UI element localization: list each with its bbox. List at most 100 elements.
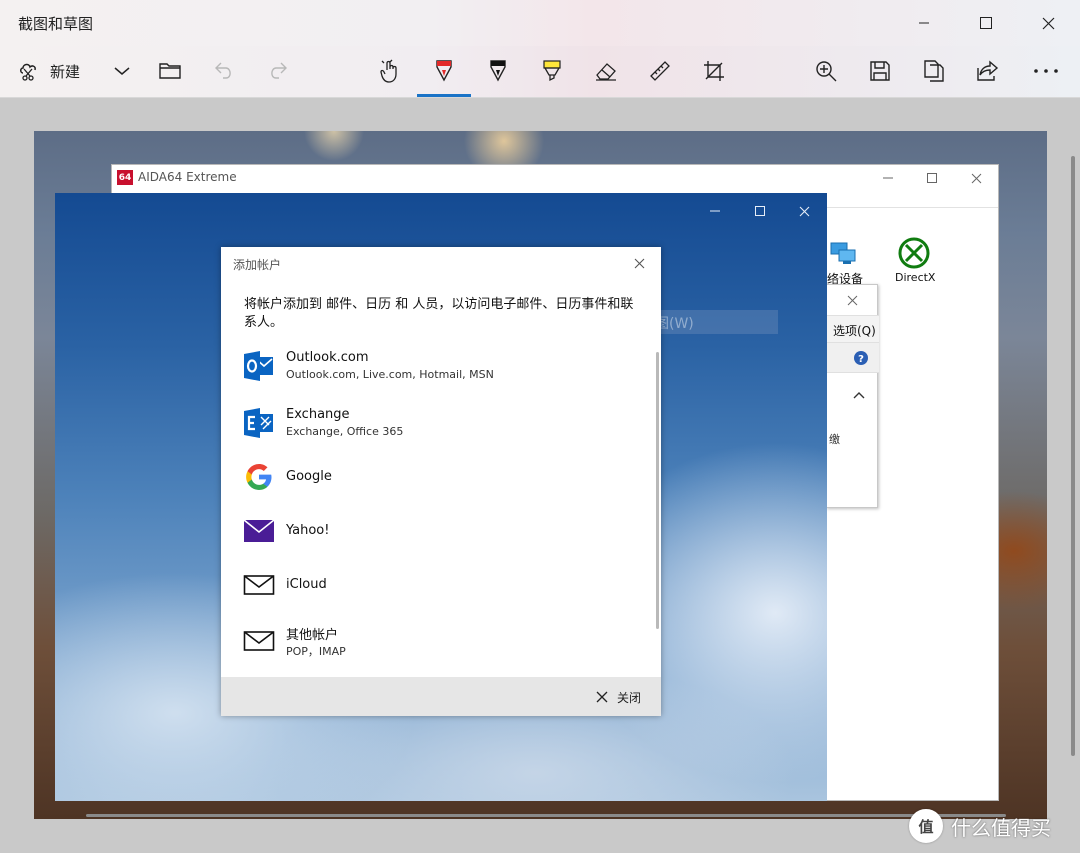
google-icon	[246, 464, 272, 490]
watermark-text: 什么值得买	[951, 815, 1051, 840]
app-title: 截图和草图	[18, 15, 94, 33]
account-subtitle: POP，IMAP	[286, 645, 346, 658]
aida64-network-item[interactable]: 络设备	[827, 237, 887, 287]
aida64-minimize-button[interactable]	[873, 168, 903, 188]
aida64-directx-item[interactable]: DirectX	[892, 237, 942, 287]
minimize-button[interactable]	[901, 8, 947, 38]
more-options-button[interactable]	[1030, 46, 1062, 96]
maximize-icon	[755, 206, 765, 216]
undo-icon	[215, 62, 231, 79]
svg-text:?: ?	[858, 354, 864, 365]
close-icon	[799, 206, 809, 216]
undo-button[interactable]	[210, 46, 238, 96]
highlighter-button[interactable]	[538, 46, 566, 96]
dialog-title: 添加帐户	[233, 258, 282, 272]
save-button[interactable]	[866, 46, 894, 96]
close-window-button[interactable]	[1025, 8, 1071, 38]
highlighter-icon	[543, 60, 561, 82]
aida64-directx-label: DirectX	[895, 271, 936, 284]
aida64-title: AIDA64 Extreme	[138, 170, 237, 184]
exchange-icon	[244, 408, 273, 438]
pencil-button[interactable]	[484, 46, 512, 96]
app-toolbar: 新建	[0, 46, 1080, 98]
close-icon	[634, 258, 644, 268]
dialog-footer: 关闭	[221, 677, 661, 716]
account-name: 其他帐户	[286, 628, 339, 643]
copy-icon	[924, 60, 944, 82]
mail-close-button[interactable]	[784, 199, 824, 223]
account-option-outlook[interactable]: Outlook.com Outlook.com, Live.com, Hotma…	[221, 342, 653, 390]
pencil-icon	[490, 60, 506, 82]
options-menu[interactable]: 选项(Q)	[833, 322, 876, 339]
ruler-button[interactable]	[646, 46, 674, 96]
new-snip-dropdown[interactable]	[110, 46, 134, 96]
account-name: Exchange	[286, 407, 350, 422]
account-option-icloud[interactable]: iCloud	[221, 561, 653, 609]
maximize-icon	[980, 17, 992, 29]
chevron-down-icon	[114, 67, 130, 75]
zoom-in-icon	[816, 61, 837, 82]
zoom-button[interactable]	[812, 46, 840, 96]
new-snip-icon	[20, 63, 36, 81]
dialog-description: 将帐户添加到 邮件、日历 和 人员，以访问电子邮件、日历事件和联系人。	[244, 297, 634, 330]
crop-button[interactable]	[700, 46, 728, 96]
share-button[interactable]	[974, 46, 1002, 96]
account-option-google[interactable]: Google	[221, 453, 653, 501]
aida64-maximize-button[interactable]	[917, 168, 947, 188]
inner-dialog-close-button[interactable]	[847, 291, 858, 310]
more-icon	[1034, 69, 1058, 73]
touch-writing-button[interactable]	[376, 46, 404, 96]
maximize-icon	[927, 173, 937, 183]
account-name: Google	[286, 469, 332, 484]
eraser-icon	[596, 63, 616, 81]
close-icon	[971, 173, 981, 183]
minimize-icon	[883, 177, 893, 179]
close-icon	[1042, 17, 1054, 29]
account-option-other[interactable]: 其他帐户 POP，IMAP	[221, 617, 653, 665]
close-dialog-button[interactable]: 关闭	[596, 686, 656, 708]
dialog-scrollbar[interactable]	[656, 352, 659, 629]
account-name: Yahoo!	[286, 523, 330, 538]
touch-writing-icon	[380, 59, 397, 83]
help-icon[interactable]: ?	[853, 350, 869, 366]
share-icon	[977, 60, 999, 81]
mail-envelope-icon	[243, 631, 275, 651]
account-option-yahoo[interactable]: Yahoo!	[221, 507, 653, 555]
xbox-icon	[898, 237, 930, 269]
minimize-icon	[710, 210, 720, 212]
crop-icon	[704, 61, 724, 81]
redo-button[interactable]	[264, 46, 292, 96]
copy-button[interactable]	[920, 46, 948, 96]
account-subtitle: Exchange, Office 365	[286, 425, 404, 438]
account-subtitle: Outlook.com, Live.com, Hotmail, MSN	[286, 368, 494, 381]
aida64-logo-icon: 64	[117, 170, 133, 185]
outlook-icon	[244, 351, 273, 381]
folder-icon	[159, 63, 181, 79]
eraser-button[interactable]	[592, 46, 620, 96]
mail-envelope-icon	[243, 575, 275, 595]
add-account-dialog: 添加帐户 将帐户添加到 邮件、日历 和 人员，以访问电子邮件、日历事件和联系人。…	[221, 247, 661, 716]
open-file-button[interactable]	[156, 46, 184, 96]
close-dialog-label: 关闭	[617, 690, 642, 705]
ballpoint-pen-button[interactable]	[430, 46, 458, 96]
minimize-icon	[919, 22, 929, 24]
horizontal-scrollbar[interactable]	[86, 814, 1006, 817]
account-name: Outlook.com	[286, 350, 369, 365]
aida64-close-button[interactable]	[961, 168, 991, 188]
yahoo-icon	[243, 519, 275, 542]
inner-dialog-toolbar: ?	[827, 343, 879, 373]
selected-tool-indicator	[417, 94, 471, 97]
dialog-close-x-button[interactable]	[626, 253, 652, 273]
watermark: 值 什么值得买	[909, 807, 1051, 845]
inner-dialog-text: 缴	[829, 433, 840, 446]
chevron-up-icon[interactable]	[853, 391, 865, 399]
account-option-exchange[interactable]: Exchange Exchange, Office 365	[221, 399, 653, 447]
inner-dialog-menubar: 选项(Q)	[827, 315, 879, 343]
mail-maximize-button[interactable]	[740, 199, 780, 223]
vertical-scrollbar[interactable]	[1071, 156, 1075, 756]
ruler-icon	[650, 61, 670, 81]
maximize-button[interactable]	[963, 8, 1009, 38]
watermark-logo-icon: 值	[909, 809, 943, 843]
mail-minimize-button[interactable]	[695, 199, 735, 223]
new-snip-button[interactable]: 新建	[18, 46, 80, 96]
